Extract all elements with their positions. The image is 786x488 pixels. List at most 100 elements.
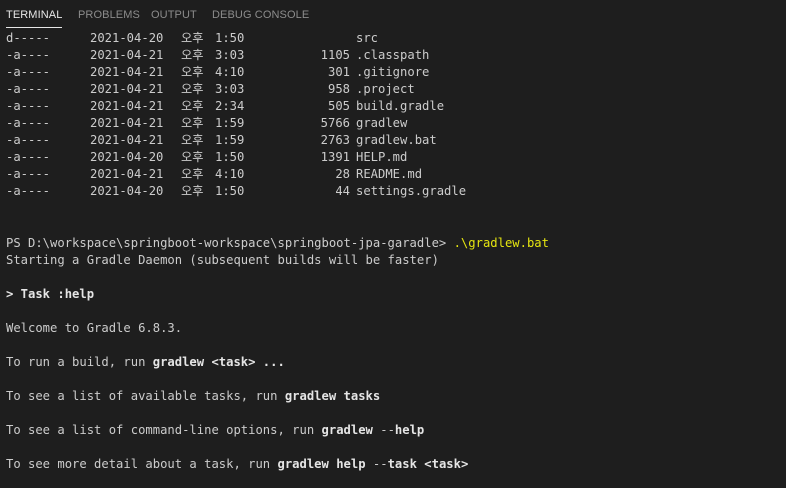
tab-output[interactable]: OUTPUT bbox=[151, 0, 197, 30]
detail-text: To see more detail about a task, run bbox=[6, 457, 278, 471]
mode: -a---- bbox=[6, 99, 51, 113]
terminal-panel: TERMINAL PROBLEMS OUTPUT DEBUG CONSOLE d… bbox=[0, 0, 786, 488]
detail-flag: task <task> bbox=[387, 457, 469, 471]
size: 44 bbox=[335, 184, 350, 198]
tab-debug-console-label: DEBUG CONSOLE bbox=[212, 9, 310, 21]
listing-row: -a---- 2021-04-21 오후 3:03 1105 .classpat… bbox=[6, 47, 429, 64]
ampm: 오후 bbox=[181, 167, 204, 181]
panel-tab-bar: TERMINAL PROBLEMS OUTPUT DEBUG CONSOLE bbox=[0, 0, 786, 30]
date: 2021-04-21 bbox=[90, 133, 164, 147]
date: 2021-04-21 bbox=[90, 99, 164, 113]
listing-row: -a---- 2021-04-21 오후 3:03 958 .project bbox=[6, 81, 415, 98]
ampm: 오후 bbox=[181, 65, 204, 79]
task-header: > Task :help bbox=[6, 287, 95, 301]
tab-problems[interactable]: PROBLEMS bbox=[78, 0, 140, 30]
ampm: 오후 bbox=[181, 150, 204, 164]
listing-row: -a---- 2021-04-20 오후 1:50 1391 HELP.md bbox=[6, 149, 407, 166]
time: 4:10 bbox=[215, 65, 245, 79]
prompt-line: PS D:\workspace\springboot-workspace\spr… bbox=[6, 235, 549, 252]
tab-problems-label: PROBLEMS bbox=[78, 9, 140, 21]
time: 2:34 bbox=[215, 99, 245, 113]
mode: -a---- bbox=[6, 184, 51, 198]
list-tasks-text: To see a list of available tasks, run bbox=[6, 389, 285, 403]
time: 1:59 bbox=[215, 116, 245, 130]
size: 505 bbox=[327, 99, 350, 113]
file-name: HELP.md bbox=[356, 150, 408, 164]
ampm: 오후 bbox=[181, 133, 204, 147]
file-name: .gitignore bbox=[356, 65, 430, 79]
listing-row: d----- 2021-04-20 오후 1:50 src bbox=[6, 30, 378, 47]
listing-row: -a---- 2021-04-20 오후 1:50 44 settings.gr… bbox=[6, 183, 466, 200]
listing-row: -a---- 2021-04-21 오후 4:10 28 README.md bbox=[6, 166, 422, 183]
prompt-command: .\gradlew.bat bbox=[453, 236, 549, 250]
daemon-line: Starting a Gradle Daemon (subsequent bui… bbox=[6, 253, 439, 267]
date: 2021-04-20 bbox=[90, 184, 164, 198]
size: 1391 bbox=[320, 150, 350, 164]
size: 5766 bbox=[320, 116, 350, 130]
listing-row: -a---- 2021-04-21 오후 2:34 505 build.grad… bbox=[6, 98, 444, 115]
tab-debug-console[interactable]: DEBUG CONSOLE bbox=[212, 0, 309, 30]
list-tasks-command: gradlew tasks bbox=[284, 389, 381, 403]
file-name: gradlew.bat bbox=[356, 133, 437, 147]
size: 2763 bbox=[320, 133, 350, 147]
time: 3:03 bbox=[215, 48, 245, 62]
time: 1:50 bbox=[215, 184, 245, 198]
run-build-command: gradlew <task> ... bbox=[152, 355, 285, 369]
options-line: To see a list of command-line options, r… bbox=[6, 422, 424, 439]
run-build-text: To run a build, run bbox=[6, 355, 153, 369]
list-tasks-line: To see a list of available tasks, run gr… bbox=[6, 388, 380, 405]
mode: -a---- bbox=[6, 133, 51, 147]
active-tab-indicator bbox=[6, 27, 63, 28]
time: 3:03 bbox=[215, 82, 245, 96]
ampm: 오후 bbox=[181, 31, 204, 45]
ampm: 오후 bbox=[181, 116, 204, 130]
size: 958 bbox=[327, 82, 350, 96]
mode: -a---- bbox=[6, 48, 51, 62]
options-dashes: -- bbox=[372, 423, 395, 437]
mode: -a---- bbox=[6, 116, 51, 130]
file-name: settings.gradle bbox=[356, 184, 467, 198]
prompt-path: PS D:\workspace\springboot-workspace\spr… bbox=[6, 236, 454, 250]
ampm: 오후 bbox=[181, 48, 204, 62]
mode: -a---- bbox=[6, 150, 51, 164]
tab-terminal-label: TERMINAL bbox=[6, 9, 63, 21]
tab-terminal[interactable]: TERMINAL bbox=[6, 0, 63, 30]
date: 2021-04-21 bbox=[90, 82, 164, 96]
welcome-line: Welcome to Gradle 6.8.3. bbox=[6, 321, 183, 335]
date: 2021-04-20 bbox=[90, 31, 164, 45]
size: 28 bbox=[335, 167, 350, 181]
time: 1:50 bbox=[215, 150, 245, 164]
terminal-output[interactable]: d----- 2021-04-20 오후 1:50 src -a---- 202… bbox=[6, 30, 782, 478]
time: 1:50 bbox=[215, 31, 245, 45]
listing-row: -a---- 2021-04-21 오후 4:10 301 .gitignore bbox=[6, 64, 429, 81]
ampm: 오후 bbox=[181, 184, 204, 198]
file-name: src bbox=[356, 31, 379, 45]
options-command: gradlew bbox=[321, 423, 373, 437]
mode: -a---- bbox=[6, 82, 51, 96]
mode: -a---- bbox=[6, 65, 51, 79]
file-name: .classpath bbox=[356, 48, 430, 62]
options-flag: help bbox=[394, 423, 425, 437]
size: 301 bbox=[327, 65, 350, 79]
date: 2021-04-21 bbox=[90, 48, 164, 62]
tab-output-label: OUTPUT bbox=[151, 9, 197, 21]
time: 1:59 bbox=[215, 133, 245, 147]
file-name: .project bbox=[356, 82, 415, 96]
detail-dashes: -- bbox=[365, 457, 388, 471]
date: 2021-04-21 bbox=[90, 167, 164, 181]
time: 4:10 bbox=[215, 167, 245, 181]
mode: -a---- bbox=[6, 167, 51, 181]
mode: d----- bbox=[6, 31, 51, 45]
run-build-line: To run a build, run gradlew <task> ... bbox=[6, 354, 285, 371]
detail-line: To see more detail about a task, run gra… bbox=[6, 456, 468, 473]
date: 2021-04-21 bbox=[90, 65, 164, 79]
ampm: 오후 bbox=[181, 99, 204, 113]
size: 1105 bbox=[320, 48, 350, 62]
detail-command: gradlew help bbox=[277, 457, 366, 471]
date: 2021-04-21 bbox=[90, 116, 164, 130]
options-text: To see a list of command-line options, r… bbox=[6, 423, 322, 437]
file-name: build.gradle bbox=[356, 99, 445, 113]
ampm: 오후 bbox=[181, 82, 204, 96]
listing-row: -a---- 2021-04-21 오후 1:59 2763 gradlew.b… bbox=[6, 132, 437, 149]
date: 2021-04-20 bbox=[90, 150, 164, 164]
